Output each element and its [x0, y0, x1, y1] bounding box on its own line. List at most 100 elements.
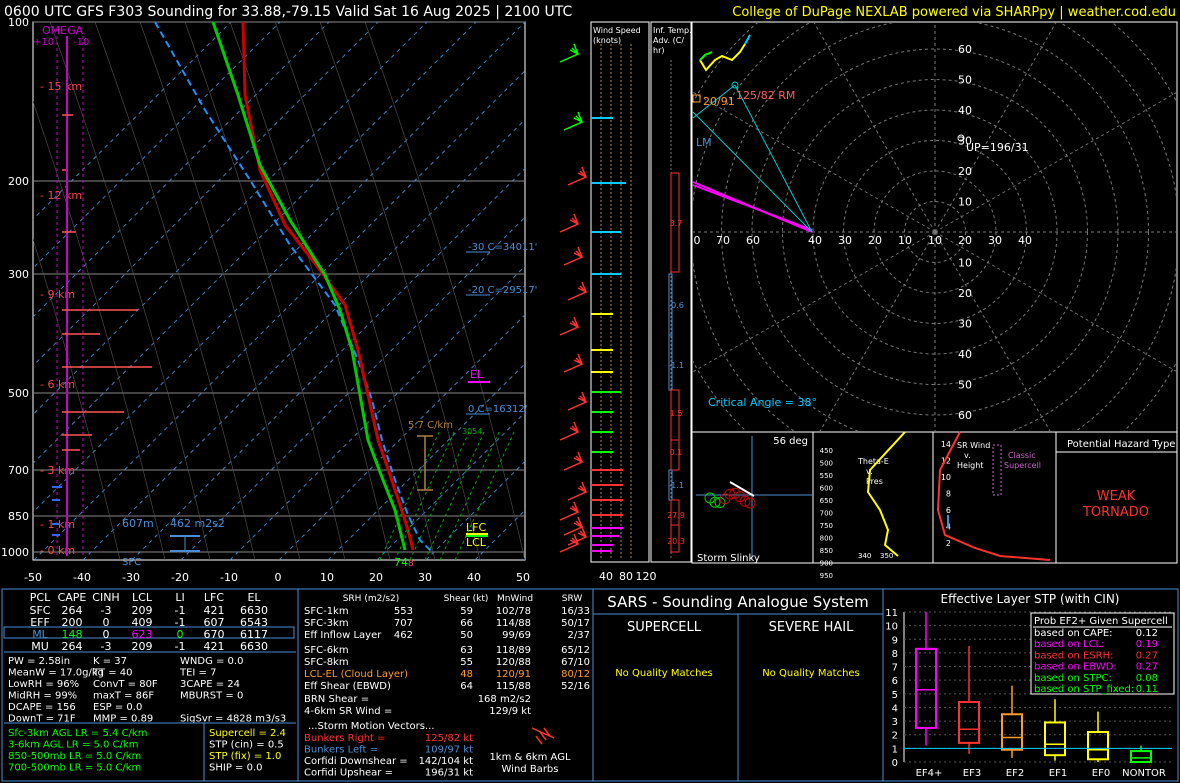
wind-barb	[559, 501, 580, 521]
prob-label: based on STPC:	[1034, 673, 1112, 684]
composite-cell: SHIP = 0.0	[209, 763, 263, 774]
kinematics-cell: 59	[460, 606, 473, 617]
lapse-rate-cell: Sfc-3km AGL LR = 5.4 C/km	[8, 728, 147, 739]
srwind-frame	[932, 431, 1057, 564]
index-cell: ESP = 0.0	[93, 702, 142, 713]
stp-y-tick: 3	[892, 717, 898, 728]
theta-tick: 650	[820, 497, 833, 505]
parcel-header: LFC	[204, 591, 224, 604]
hodograph-axis-label: 30	[988, 234, 1002, 247]
temp-adv-value: 1.5	[670, 409, 683, 418]
index-cell: MBURST = 0	[180, 691, 243, 702]
stp-y-tick: 10	[885, 622, 898, 633]
height-label: - 0 km	[40, 544, 75, 557]
isotherm	[376, 411, 525, 560]
pressure-tick-label: 500	[8, 387, 29, 400]
prob-value: 0.27	[1136, 662, 1158, 673]
pressure-tick-label: 200	[8, 175, 29, 188]
theta-e-profile	[866, 431, 906, 557]
height-label: - 15 km	[40, 80, 82, 93]
theta-tick: 450	[820, 447, 833, 455]
temperature-tick-label: 0	[275, 571, 282, 584]
bottom-tables: PCL CAPE CINH LCL LI LFC ELSFC 264 -3 209 -1 421 663…	[1, 588, 1179, 782]
temperature-profile	[241, 21, 415, 551]
motion-label: Corfidi Downshear =	[304, 756, 408, 767]
kinematics-layer: SFC-8km	[304, 657, 349, 668]
prob-value: 0.19	[1136, 639, 1158, 650]
hodograph-spoke	[813, 23, 936, 233]
index-cell: 3CAPE = 24	[180, 679, 240, 690]
rm-label: 125/82 RM	[736, 89, 795, 102]
temperature-tick-label: -40	[73, 571, 91, 584]
srwind-tag: Supercell	[1004, 461, 1041, 470]
freezing-level: 0 C=16312'	[468, 404, 527, 415]
temp-adv-value: 3.7	[670, 219, 683, 228]
kinematics-layer: LCL-EL (Cloud Layer)	[304, 669, 408, 680]
motion-barb	[531, 727, 555, 745]
index-cell: LowRH = 96%	[8, 679, 79, 690]
parcel-cell: -1	[175, 640, 186, 653]
isotherm	[671, 22, 1180, 560]
dry-adiabat	[33, 100, 166, 560]
stp-y-tick: 4	[892, 703, 898, 714]
hodograph-ring-label: 10	[958, 257, 972, 270]
isotherm	[523, 558, 525, 560]
lm-vector	[692, 111, 813, 233]
isotherm	[573, 22, 1113, 560]
wind-barb	[563, 516, 584, 536]
wind-speed-title-unit: (knots)	[593, 36, 621, 45]
lapse-rate-label: 5.7 C/km	[408, 420, 453, 431]
brn-value: 168 m2/s2	[478, 694, 531, 705]
barbs-label: 1km & 6km AGL	[489, 752, 571, 763]
lapse-rate-cell: 850-500mb LR = 5.0 C/km	[8, 751, 141, 762]
isotherm	[327, 363, 525, 560]
pressure-tick-label: 1000	[1, 546, 29, 559]
kinematics-header: Shear (kt)	[444, 594, 489, 604]
kinematics-header: SRW	[562, 594, 583, 604]
hodograph-ring-label: 20	[958, 287, 972, 300]
index-cell: TEI = 7	[179, 668, 216, 679]
kinematics-layer: SFC-1km	[304, 606, 349, 617]
pressure-tick-label: 300	[8, 268, 29, 281]
inset-panels: 56 deg Storm Slinky 450 500 550 600 650 700 750 8…	[691, 431, 1178, 580]
temp-adv-value: -0.6	[668, 301, 684, 310]
stp-box	[1044, 721, 1066, 757]
eff-srh-label: 462 m2s2	[170, 517, 225, 530]
motion-value: 196/31 kt	[425, 768, 473, 779]
parcel-cell: MU	[31, 640, 49, 653]
sars-supercell-result: No Quality Matches	[615, 668, 713, 679]
height-label: - 6 km	[40, 378, 75, 391]
kinematics-cell: 120/91	[496, 669, 531, 680]
hodograph-axis-label: 40	[808, 234, 822, 247]
brn-label: BRN Shear =	[304, 694, 369, 705]
hodograph-ring-label: 10	[958, 196, 972, 209]
pressure-tick-label: 100	[8, 16, 29, 29]
isotherm	[474, 509, 525, 560]
skew-t-panel: 1002003005007008501000-50 -40 -30 -20 -10 0 10…	[1, 16, 1180, 584]
kinematics-cell: 50	[460, 630, 473, 641]
wind-speed-tick: 120	[636, 570, 657, 583]
kinematics-header: MnWind	[497, 594, 533, 604]
hodograph-trace-green	[699, 51, 713, 61]
kinematics-cell: 48	[460, 669, 473, 680]
hodograph-panel: 10 10 20 20 30 30 40 40 50 50 60 60 0 70 60 40 30 20 10 10 2…	[691, 21, 1178, 433]
temp-adv-value: 27.9	[667, 511, 685, 520]
sfc-temp-marker: 8	[408, 559, 414, 569]
motion-label: Corfidi Upshear =	[304, 768, 393, 779]
srwind-tag: Classic	[1008, 451, 1036, 460]
stp-category-label: EF1	[1049, 768, 1067, 779]
sars-supercell-title: SUPERCELL	[627, 620, 702, 635]
sars-hail-result: No Quality Matches	[762, 668, 860, 679]
kinematics-cell: 102/78	[496, 606, 531, 617]
kinematics-cell: 2/37	[568, 630, 590, 641]
temperature-tick-label: 30	[418, 571, 432, 584]
stp-category-label: EF3	[963, 768, 981, 779]
kinematics-cell: 553	[394, 606, 413, 617]
critical-angle-label: Critical Angle = 38°	[708, 396, 817, 409]
parcel-header: CINH	[92, 591, 119, 604]
omega-label: OMEGA	[42, 24, 84, 37]
wind-barb	[567, 391, 588, 411]
temperature-tick-label: -20	[171, 571, 189, 584]
kinematics-cell: 120/88	[496, 657, 531, 668]
wind-barb	[559, 43, 580, 63]
